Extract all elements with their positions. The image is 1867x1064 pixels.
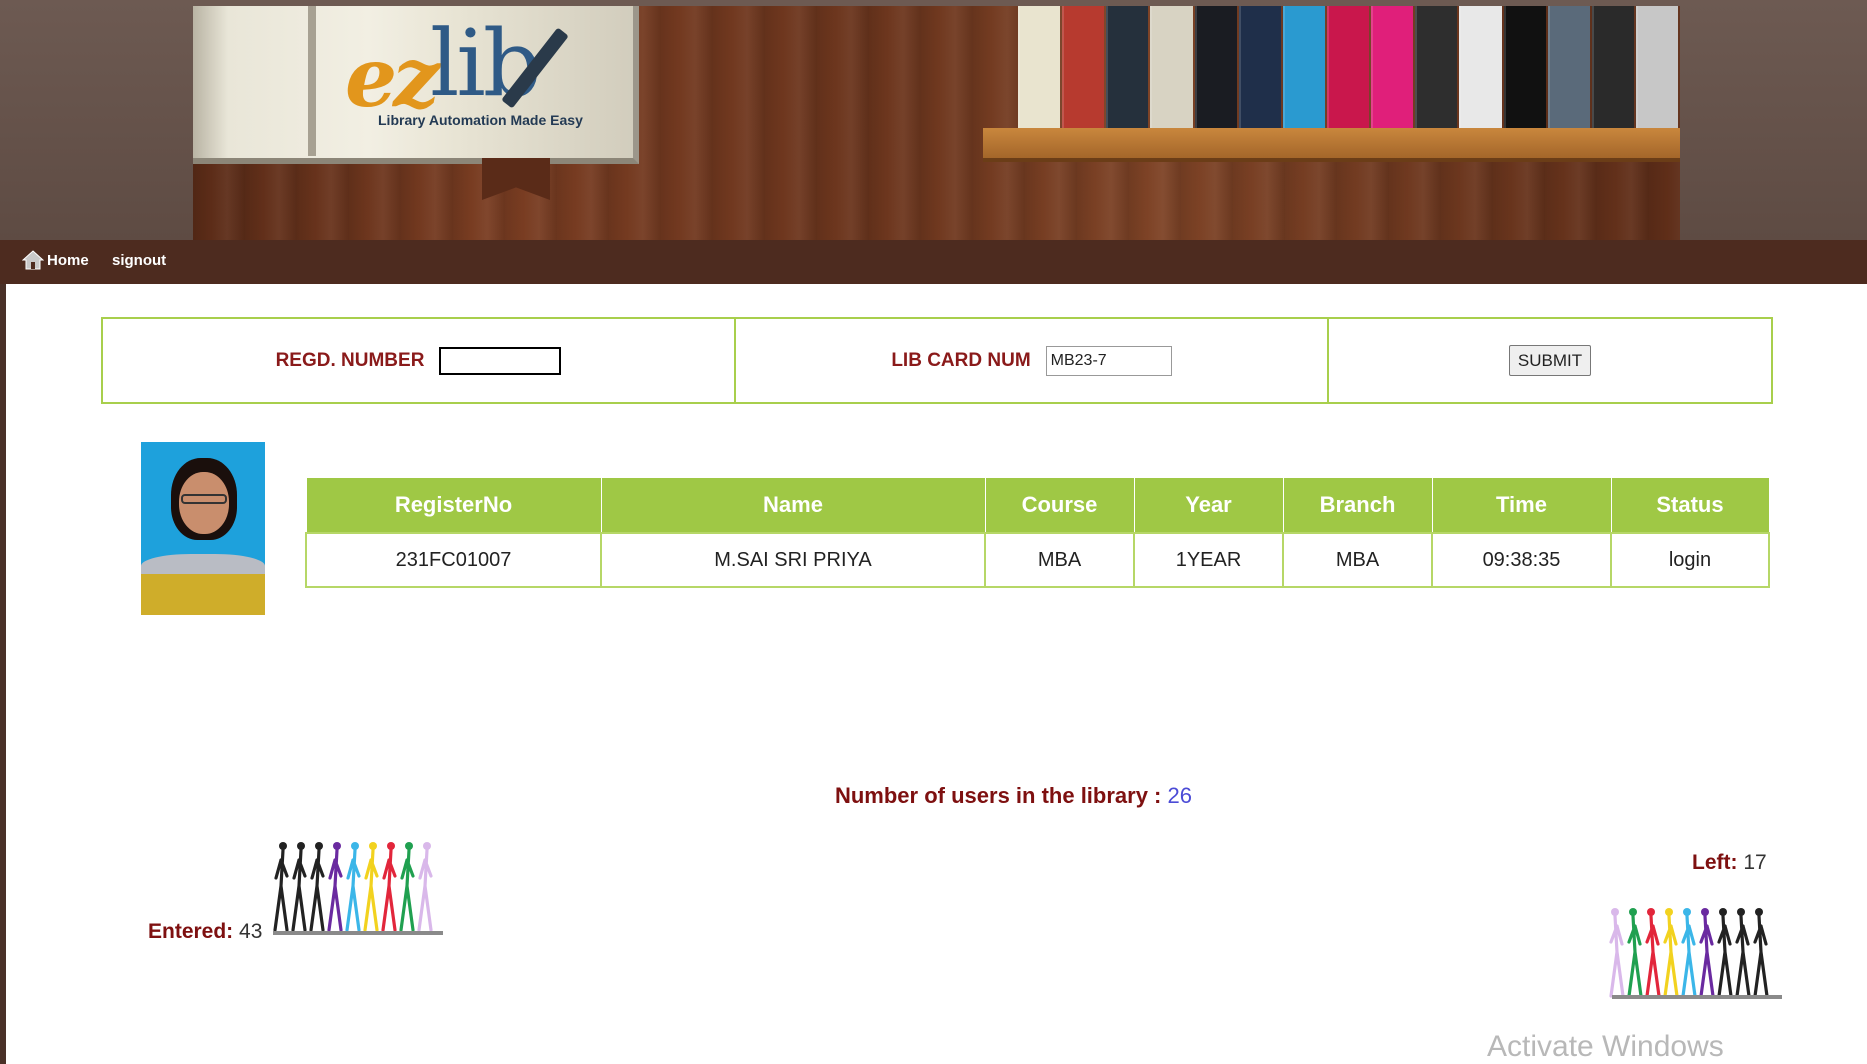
users-count-value: 26 [1167, 783, 1192, 808]
cell-branch: MBA [1282, 532, 1433, 588]
cell-status: login [1610, 532, 1770, 588]
nav-bar: Home signout [0, 240, 1867, 284]
table-row: 231FC01007 M.SAI SRI PRIYA MBA 1YEAR MBA… [305, 532, 1770, 588]
left-stat: Left: 17 [1692, 851, 1767, 875]
users-count-line: Number of users in the library : 26 [0, 783, 1867, 809]
shelf-book [1591, 6, 1634, 128]
walking-person-icon [291, 842, 307, 932]
photo-dress [141, 574, 265, 615]
bookshelf-board [983, 128, 1680, 162]
cell-registerno: 231FC01007 [305, 532, 602, 588]
shelf-book [1062, 6, 1105, 128]
regd-number-input[interactable] [439, 346, 562, 375]
shelf-book [1503, 6, 1546, 128]
col-header-status: Status [1610, 477, 1770, 534]
entering-floor-line [273, 931, 443, 935]
col-header-branch: Branch [1282, 477, 1433, 534]
leaving-floor-line [1612, 995, 1782, 999]
shelf-book [1415, 6, 1458, 128]
left-count: 17 [1743, 851, 1767, 874]
walking-person-icon [381, 842, 397, 932]
col-header-course: Course [984, 477, 1135, 534]
left-label: Left: [1692, 851, 1738, 874]
activate-windows-watermark: Activate Windows [1487, 1030, 1724, 1063]
cell-year: 1YEAR [1133, 532, 1284, 588]
regd-number-label: REGD. NUMBER [275, 349, 425, 371]
book-spine [308, 6, 316, 156]
nav-home-label: Home [47, 251, 89, 269]
submit-button[interactable]: SUBMIT [1508, 345, 1592, 376]
bookshelf-books [1018, 6, 1680, 128]
logo-lib-text: lib [430, 10, 542, 117]
walking-person-icon [363, 842, 379, 932]
walking-person-icon [1609, 908, 1625, 998]
walking-person-icon [1717, 908, 1733, 998]
table-header-row: RegisterNo Name Course Year Branch Time … [305, 477, 1770, 534]
lib-card-num-label: LIB CARD NUM [891, 349, 1031, 371]
walking-person-icon [1735, 908, 1751, 998]
card-cell: LIB CARD NUM [736, 319, 1329, 402]
col-header-registerno: RegisterNo [305, 477, 602, 534]
walking-person-icon [417, 842, 433, 932]
lib-card-num-input[interactable] [1045, 345, 1172, 376]
walking-person-icon [1627, 908, 1643, 998]
shelf-book [1326, 6, 1370, 128]
logo-tagline: Library Automation Made Easy [378, 112, 583, 128]
shelf-book [1106, 6, 1149, 128]
header-banner: ez lib Library Automation Made Easy [0, 0, 1867, 240]
walking-person-icon [345, 842, 361, 932]
entered-count: 43 [239, 920, 263, 943]
member-details-table: RegisterNo Name Course Year Branch Time … [305, 477, 1770, 588]
users-count-label: Number of users in the library : [834, 783, 1162, 808]
cell-time: 09:38:35 [1431, 532, 1612, 588]
home-icon [22, 250, 44, 270]
walking-person-icon [399, 842, 415, 932]
col-header-name: Name [600, 477, 986, 534]
walking-person-icon [273, 842, 289, 932]
submit-cell: SUBMIT [1329, 319, 1771, 402]
shelf-book [1194, 6, 1237, 128]
shelf-book [1150, 6, 1193, 128]
walking-person-icon [1663, 908, 1679, 998]
shelf-book [1282, 6, 1325, 128]
walking-person-icon [1681, 908, 1697, 998]
col-header-time: Time [1431, 477, 1612, 534]
walking-person-icon [1645, 908, 1661, 998]
cell-name: M.SAI SRI PRIYA [600, 532, 986, 588]
shelf-book [1371, 6, 1414, 128]
shelf-book [1018, 6, 1061, 128]
walking-person-icon [309, 842, 325, 932]
shelf-book [1547, 6, 1590, 128]
shelf-book [1238, 6, 1281, 128]
regd-cell: REGD. NUMBER [103, 319, 736, 402]
walking-person-icon [327, 842, 343, 932]
walking-person-icon [1753, 908, 1769, 998]
shelf-book [1459, 6, 1502, 128]
leaving-people-graphic [1607, 898, 1769, 1000]
entered-label: Entered: [148, 920, 234, 943]
entered-stat: Entered: 43 [148, 920, 262, 944]
col-header-year: Year [1133, 477, 1284, 534]
entering-people-graphic [273, 832, 435, 934]
photo-glasses [181, 494, 227, 504]
nav-signout-link[interactable]: signout [112, 252, 166, 269]
nav-home-link[interactable]: Home [22, 250, 89, 270]
walking-person-icon [1699, 908, 1715, 998]
login-form: REGD. NUMBER LIB CARD NUM SUBMIT [101, 317, 1773, 404]
cell-course: MBA [984, 532, 1135, 588]
shelf-book [1635, 6, 1679, 128]
member-photo [141, 442, 265, 615]
